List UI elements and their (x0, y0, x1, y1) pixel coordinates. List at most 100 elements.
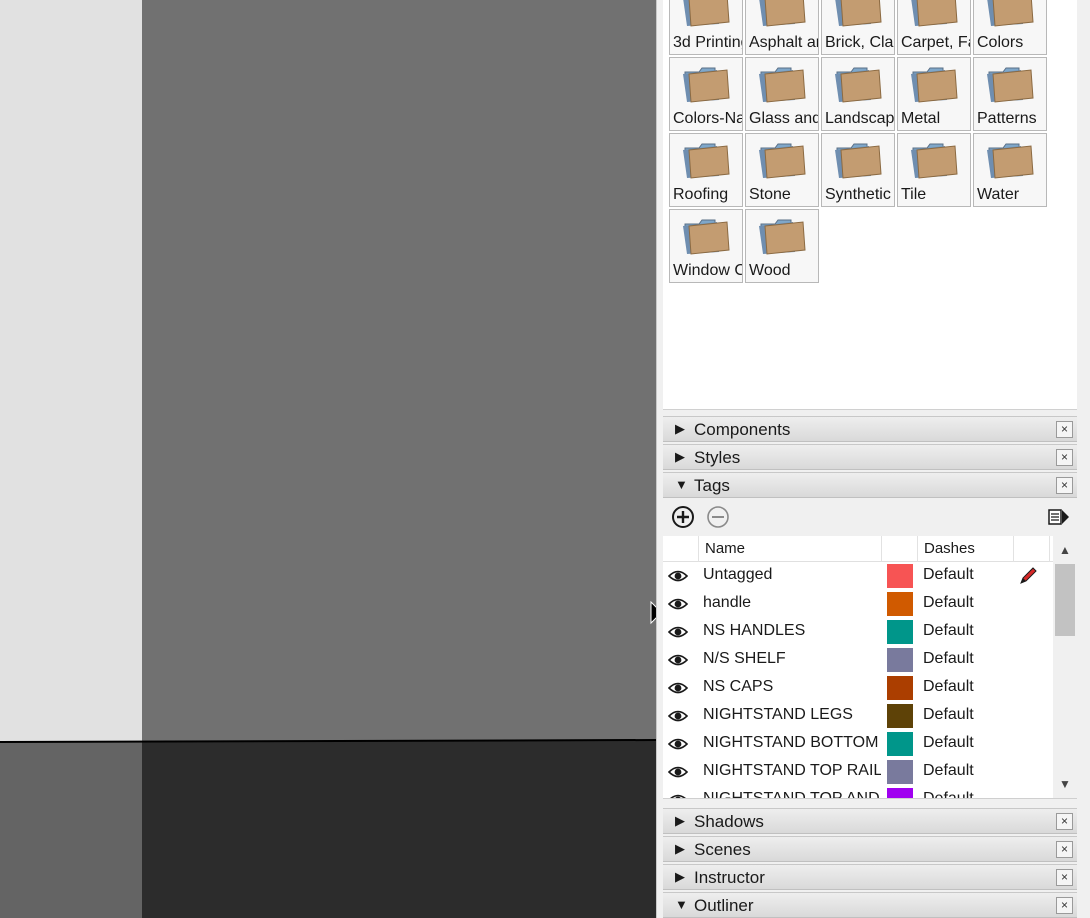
close-icon[interactable]: × (1056, 477, 1073, 494)
tag-name[interactable]: NIGHTSTAND LEGS (703, 706, 881, 724)
tag-name[interactable]: NIGHTSTAND TOP RAIL (703, 762, 881, 780)
tag-row[interactable]: NIGHTSTAND TOP RAIL Default (663, 758, 1053, 786)
model-edge-line (0, 739, 656, 743)
material-folder[interactable]: 3d Printing (669, 0, 743, 55)
eye-icon[interactable] (667, 625, 689, 639)
dashes-column-header[interactable]: Dashes (918, 536, 1014, 562)
material-folder[interactable]: Stone (745, 133, 819, 207)
tag-name[interactable]: NS CAPS (703, 678, 881, 696)
tag-dashes[interactable]: Default (923, 734, 974, 752)
tag-name[interactable]: NIGHTSTAND BOTTOM RAIL (703, 734, 881, 752)
expand-arrow-icon: ▶ (675, 421, 685, 436)
add-tag-icon[interactable] (671, 505, 695, 529)
model-face-dark (142, 741, 656, 918)
close-icon[interactable]: × (1056, 897, 1073, 914)
material-folder[interactable]: Patterns (973, 57, 1047, 131)
tag-dashes[interactable]: Default (923, 678, 974, 696)
material-folder-label: Synthetic (825, 186, 891, 203)
active-column-header (1014, 536, 1050, 562)
section-outliner[interactable]: ▼ Outliner × (663, 892, 1077, 918)
material-folder[interactable]: Tile (897, 133, 971, 207)
tag-name[interactable]: N/S SHELF (703, 650, 881, 668)
eye-icon[interactable] (667, 765, 689, 779)
tag-name[interactable]: NIGHTSTAND TOP AND (703, 790, 881, 798)
tag-name[interactable]: NS HANDLES (703, 622, 881, 640)
close-icon[interactable]: × (1056, 421, 1073, 438)
tag-color-swatch[interactable] (887, 760, 913, 784)
eye-icon[interactable] (667, 653, 689, 667)
material-folder[interactable]: Glass and Mirrors (745, 57, 819, 131)
active-tag-pencil-icon[interactable] (1017, 565, 1039, 587)
material-folder-label: Stone (749, 186, 791, 203)
close-icon[interactable]: × (1056, 869, 1073, 886)
tag-color-swatch[interactable] (887, 676, 913, 700)
tag-color-swatch[interactable] (887, 564, 913, 588)
section-shadows[interactable]: ▶ Shadows × (663, 808, 1077, 834)
tag-name[interactable]: Untagged (703, 566, 881, 584)
material-folder[interactable]: Colors (973, 0, 1047, 55)
material-folder[interactable]: Metal (897, 57, 971, 131)
materials-browser: 3d Printing Asphalt and Concrete Brick, Cl… (663, 0, 1077, 410)
collapse-arrow-icon: ▼ (675, 477, 688, 492)
tag-row[interactable]: handle Default (663, 590, 1053, 618)
tag-dashes[interactable]: Default (923, 706, 974, 724)
material-folder[interactable]: Roofing (669, 133, 743, 207)
section-components[interactable]: ▶ Components × (663, 416, 1077, 442)
tag-name[interactable]: handle (703, 594, 881, 612)
tag-row[interactable]: NS HANDLES Default (663, 618, 1053, 646)
material-folder[interactable]: Brick, Cladding and Siding (821, 0, 895, 55)
tag-row[interactable]: NIGHTSTAND BOTTOM RAIL Default (663, 730, 1053, 758)
section-scenes[interactable]: ▶ Scenes × (663, 836, 1077, 862)
material-folder[interactable]: Colors-Named (669, 57, 743, 131)
material-folder-label: Colors (977, 34, 1024, 51)
remove-tag-icon[interactable] (706, 505, 730, 529)
tag-color-swatch[interactable] (887, 732, 913, 756)
material-folder[interactable]: Synthetic (821, 133, 895, 207)
tag-color-swatch[interactable] (887, 704, 913, 728)
drawing-viewport[interactable] (0, 0, 656, 918)
eye-icon[interactable] (667, 709, 689, 723)
section-instructor[interactable]: ▶ Instructor × (663, 864, 1077, 890)
tag-row[interactable]: NS CAPS Default (663, 674, 1053, 702)
material-folder[interactable]: Window Coverings (669, 209, 743, 283)
tag-dashes[interactable]: Default (923, 762, 974, 780)
eye-icon[interactable] (667, 681, 689, 695)
eye-icon[interactable] (667, 569, 689, 583)
material-folder[interactable]: Wood (745, 209, 819, 283)
scroll-thumb[interactable] (1055, 564, 1075, 636)
tag-dashes[interactable]: Default (923, 594, 974, 612)
material-folder-label: 3d Printing (673, 34, 743, 51)
material-folder[interactable]: Water (973, 133, 1047, 207)
details-arrow-icon[interactable] (1047, 505, 1071, 529)
eye-icon[interactable] (667, 597, 689, 611)
tag-dashes[interactable]: Default (923, 650, 974, 668)
material-folder[interactable]: Landscaping, Fencing and Vegetation (821, 57, 895, 131)
close-icon[interactable]: × (1056, 449, 1073, 466)
tag-color-swatch[interactable] (887, 592, 913, 616)
tags-scrollbar[interactable]: ▲ ▼ (1053, 536, 1077, 798)
close-icon[interactable]: × (1056, 813, 1073, 830)
tag-row[interactable]: N/S SHELF Default (663, 646, 1053, 674)
model-face-mid (142, 0, 656, 741)
tag-dashes[interactable]: Default (923, 790, 974, 798)
tag-dashes[interactable]: Default (923, 622, 974, 640)
color-column-header[interactable] (882, 536, 918, 562)
tag-row[interactable]: Untagged Default (663, 562, 1053, 590)
tag-color-swatch[interactable] (887, 648, 913, 672)
tag-row[interactable]: NIGHTSTAND TOP AND Default (663, 786, 1053, 798)
expand-arrow-icon: ▶ (675, 449, 685, 464)
material-folder[interactable]: Carpet, Fabric, Leather, Textiles and Wa… (897, 0, 971, 55)
tag-color-swatch[interactable] (887, 620, 913, 644)
tag-dashes[interactable]: Default (923, 566, 974, 584)
name-column-header[interactable]: Name (699, 536, 882, 562)
material-folder[interactable]: Asphalt and Concrete (745, 0, 819, 55)
scroll-down-icon[interactable]: ▼ (1053, 772, 1077, 796)
close-icon[interactable]: × (1056, 841, 1073, 858)
scroll-up-icon[interactable]: ▲ (1053, 538, 1077, 562)
section-tags[interactable]: ▼ Tags × (663, 472, 1077, 498)
eye-icon[interactable] (667, 737, 689, 751)
material-folder-label: Roofing (673, 186, 729, 203)
section-styles[interactable]: ▶ Styles × (663, 444, 1077, 470)
tag-row[interactable]: NIGHTSTAND LEGS Default (663, 702, 1053, 730)
tag-color-swatch[interactable] (887, 788, 913, 798)
